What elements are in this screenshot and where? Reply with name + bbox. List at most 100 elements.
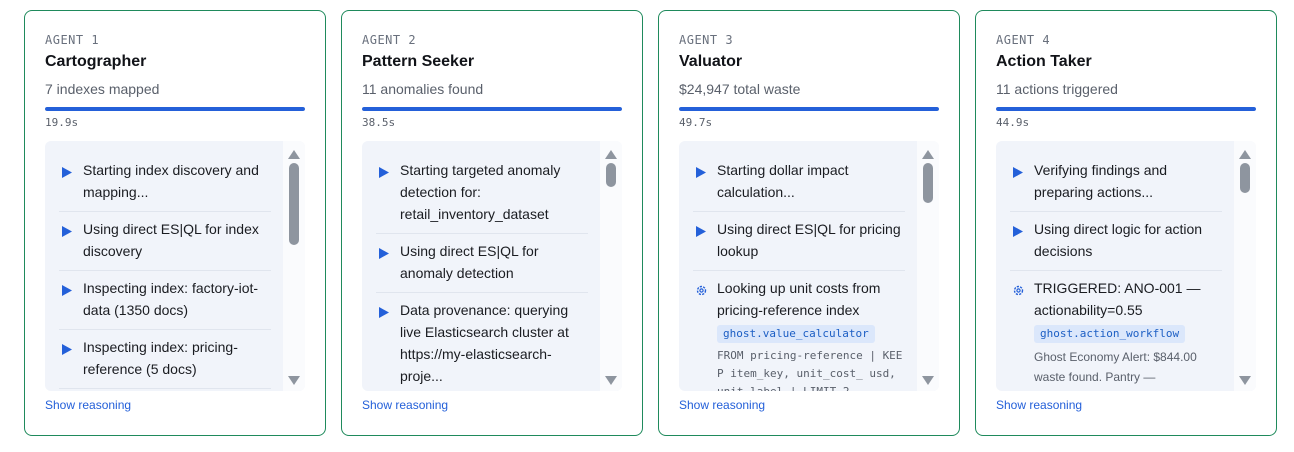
play-icon	[1012, 161, 1026, 183]
agent-card-1: AGENT 1 Cartographer 7 indexes mapped 19…	[24, 10, 326, 436]
progress-bar	[996, 107, 1256, 111]
scroll-down-arrow-icon[interactable]	[1239, 375, 1251, 385]
tool-tag: ghost.value_calculator	[717, 325, 875, 343]
log-entry: Inspecting index:	[59, 389, 271, 391]
progress-bar	[45, 107, 305, 111]
log-list: Starting dollar impact calculation... Usi…	[693, 155, 905, 391]
play-icon	[61, 279, 75, 301]
elapsed-time: 38.5s	[362, 116, 396, 129]
log-entry: Starting dollar impact calculation...	[693, 155, 905, 212]
scroll-thumb[interactable]	[606, 163, 616, 187]
agent-number: AGENT 4	[996, 33, 1051, 47]
play-icon	[378, 301, 392, 323]
log-text: Starting index discovery and mapping...	[83, 162, 259, 200]
query-code: FROM pricing-reference | KEEP item_key, …	[717, 349, 903, 391]
log-text: Data provenance: querying live Elasticse…	[400, 302, 569, 384]
show-reasoning-link[interactable]: Show reasoning	[362, 398, 448, 412]
agent-card-4: AGENT 4 Action Taker 11 actions triggere…	[975, 10, 1277, 436]
scroll-thumb[interactable]	[1240, 163, 1250, 193]
elapsed-time: 44.9s	[996, 116, 1030, 129]
progress-fill	[679, 107, 939, 111]
show-reasoning-link[interactable]: Show reasoning	[45, 398, 131, 412]
progress-fill	[362, 107, 622, 111]
log-text: Inspecting index: factory-iot-data (1350…	[83, 280, 259, 318]
agent-stat: $24,947 total waste	[679, 81, 801, 97]
scrollbar[interactable]	[600, 141, 622, 391]
progress-bar	[679, 107, 939, 111]
log-text: Starting dollar impact calculation...	[717, 162, 849, 200]
agent-number: AGENT 1	[45, 33, 100, 47]
log-list: Starting targeted anomaly detection for:…	[376, 155, 588, 391]
progress-fill	[45, 107, 305, 111]
scroll-down-arrow-icon[interactable]	[288, 375, 300, 385]
progress-bar	[362, 107, 622, 111]
log-entry: Inspecting index: factory-iot-data (1350…	[59, 271, 271, 330]
play-icon	[378, 161, 392, 183]
agent-number: AGENT 3	[679, 33, 734, 47]
scrollbar[interactable]	[1234, 141, 1256, 391]
scroll-up-arrow-icon[interactable]	[922, 149, 934, 159]
log-list: Verifying findings and preparing actions…	[1010, 155, 1222, 391]
gear-icon	[695, 279, 709, 301]
scroll-down-arrow-icon[interactable]	[605, 375, 617, 385]
gear-icon	[1012, 279, 1026, 301]
log-entry: Inspecting index: pricing-reference (5 d…	[59, 330, 271, 389]
elapsed-time: 49.7s	[679, 116, 713, 129]
log-entry: Using direct ES|QL for pricing lookup	[693, 212, 905, 271]
play-icon	[695, 220, 709, 242]
log-text: Using direct ES|QL for pricing lookup	[717, 221, 901, 259]
log-text: Using direct ES|QL for anomaly detection	[400, 243, 539, 281]
play-icon	[61, 220, 75, 242]
agent-number: AGENT 2	[362, 33, 417, 47]
log-text: Verifying findings and preparing actions…	[1034, 162, 1168, 200]
agent-name: Pattern Seeker	[362, 53, 475, 70]
agent-card-2: AGENT 2 Pattern Seeker 11 anomalies foun…	[341, 10, 643, 436]
action-note: Ghost Economy Alert: $844.00 waste found…	[1034, 350, 1197, 391]
log-text: TRIGGERED: ANO-001 — actionability=0.55	[1034, 280, 1201, 318]
log-text: Looking up unit costs from pricing-refer…	[717, 280, 881, 318]
log-entry: Starting index discovery and mapping...	[59, 155, 271, 212]
log-entry: Using direct logic for action decisions	[1010, 212, 1222, 271]
reasoning-log[interactable]: Starting targeted anomaly detection for:…	[362, 141, 622, 391]
agent-stat: 7 indexes mapped	[45, 81, 160, 97]
log-entry: Using direct ES|QL for index discovery	[59, 212, 271, 271]
show-reasoning-link[interactable]: Show reasoning	[996, 398, 1082, 412]
agent-stat: 11 anomalies found	[362, 81, 484, 97]
log-text: Inspecting index: pricing-reference (5 d…	[83, 339, 238, 377]
show-reasoning-link[interactable]: Show reasoning	[679, 398, 765, 412]
reasoning-log[interactable]: Starting dollar impact calculation... Usi…	[679, 141, 939, 391]
tool-tag: ghost.action_workflow	[1034, 325, 1186, 343]
scroll-down-arrow-icon[interactable]	[922, 375, 934, 385]
log-text: Using direct logic for action decisions	[1034, 221, 1203, 259]
reasoning-log[interactable]: Starting index discovery and mapping... U…	[45, 141, 305, 391]
scroll-up-arrow-icon[interactable]	[605, 149, 617, 159]
scrollbar[interactable]	[283, 141, 305, 391]
elapsed-time: 19.9s	[45, 116, 79, 129]
agent-name: Valuator	[679, 53, 743, 70]
log-entry: Looking up unit costs from pricing-refer…	[693, 271, 905, 391]
scrollbar[interactable]	[917, 141, 939, 391]
progress-fill	[996, 107, 1256, 111]
scroll-thumb[interactable]	[289, 163, 299, 245]
agent-stat: 11 actions triggered	[996, 81, 1118, 97]
play-icon	[378, 242, 392, 264]
play-icon	[61, 338, 75, 360]
log-entry: Verifying findings and preparing actions…	[1010, 155, 1222, 212]
reasoning-log[interactable]: Verifying findings and preparing actions…	[996, 141, 1256, 391]
log-entry: Data provenance: querying live Elasticse…	[376, 293, 588, 391]
scroll-up-arrow-icon[interactable]	[288, 149, 300, 159]
play-icon	[695, 161, 709, 183]
log-text: Using direct ES|QL for index discovery	[83, 221, 259, 259]
agent-card-3: AGENT 3 Valuator $24,947 total waste 49.…	[658, 10, 960, 436]
play-icon	[1012, 220, 1026, 242]
agent-name: Action Taker	[996, 53, 1092, 70]
scroll-thumb[interactable]	[923, 163, 933, 203]
log-entry: Using direct ES|QL for anomaly detection	[376, 234, 588, 293]
scroll-up-arrow-icon[interactable]	[1239, 149, 1251, 159]
log-entry: TRIGGERED: ANO-001 — actionability=0.55 g…	[1010, 271, 1222, 391]
agent-name: Cartographer	[45, 53, 147, 70]
log-entry: Starting targeted anomaly detection for:…	[376, 155, 588, 234]
log-list: Starting index discovery and mapping... U…	[59, 155, 271, 391]
play-icon	[61, 161, 75, 183]
log-text: Starting targeted anomaly detection for:…	[400, 162, 561, 222]
